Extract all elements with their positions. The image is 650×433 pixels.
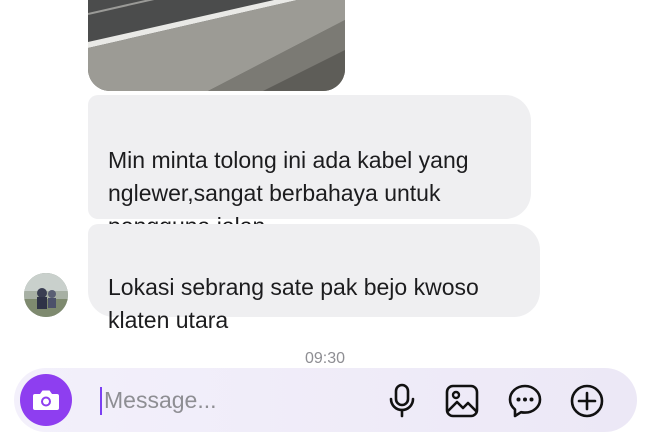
add-button[interactable] [568,382,606,420]
avatar[interactable] [24,273,68,317]
road-photo [88,0,345,91]
gallery-icon [445,384,479,418]
text-caret [100,387,102,415]
message-bubble[interactable]: Min minta tolong ini ada kabel yang ngle… [88,95,531,239]
avatar-image [24,273,68,317]
message-input[interactable] [104,382,374,418]
gallery-button[interactable] [443,382,481,420]
camera-button[interactable] [20,374,72,426]
message-timestamp: 09:30 [304,350,346,367]
message-bubble[interactable]: Lokasi sebrang sate pak bejo kwoso klate… [88,224,540,333]
camera-icon [33,390,59,410]
plus-icon [570,384,604,418]
microphone-icon [389,383,415,418]
sticker-button[interactable] [506,382,544,420]
sticker-icon [508,384,542,418]
photo-message[interactable] [88,0,345,91]
microphone-button[interactable] [383,382,421,420]
message-text: Lokasi sebrang sate pak bejo kwoso klate… [108,274,479,333]
message-composer [14,368,637,432]
chat-screen: Min minta tolong ini ada kabel yang ngle… [0,0,650,433]
